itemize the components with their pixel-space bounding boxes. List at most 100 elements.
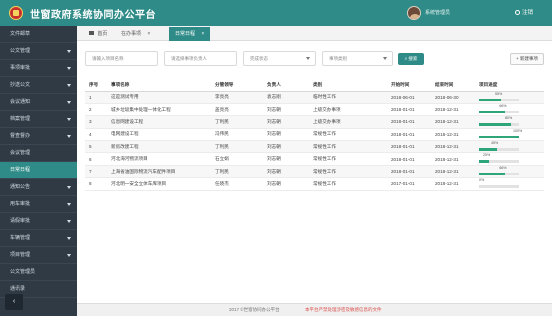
progress-fill — [479, 98, 501, 101]
category-select[interactable]: 事项类别 — [322, 51, 393, 66]
progress-label: 66% — [499, 103, 507, 108]
project-name-input[interactable]: 请输入项目名称 — [85, 51, 158, 66]
cell-progress: 66% — [475, 165, 544, 179]
progress-fill — [479, 148, 497, 151]
power-icon — [515, 9, 520, 15]
emblem-logo — [9, 6, 23, 20]
search-button[interactable]: ⌕ 搜索 — [398, 53, 424, 65]
sidebar: 文件邮草公文管理事项审批抄送公文 会议通知档案管理督查督办会议管理日常日程 通知公告… — [0, 26, 77, 316]
cell-category: 常规性工作 — [309, 152, 387, 166]
owner-input[interactable]: 请选择事项负责人 — [164, 51, 237, 66]
table-row[interactable]: 6 河北海河物流项目 石立娟 刘志朝 常规性工作 2018-01-01 2018-12-31… — [85, 152, 544, 166]
table-header-row: 序号 事项名称 分管领导 负责人 类别 开始时间 结束时间 项目进度 — [85, 79, 544, 92]
table-row[interactable]: 1 这是测试专用 李亮亮 袁志刚 临时性工作 2018-06-01 2018-06-30 55… — [85, 91, 544, 104]
tab-daily-schedule[interactable]: 日常日程 × — [169, 27, 211, 41]
table-row[interactable]: 3 信息网建设工程 丁利民 刘志朝 上级交办事项 2018-01-01 2018-12-31… — [85, 115, 544, 129]
cell-name: 城乡垃圾集中处理一体化工程 — [107, 103, 211, 117]
cell-name: 信息网建设工程 — [107, 115, 211, 129]
cell-no: 3 — [85, 115, 107, 129]
cell-end: 2018-12-31 — [431, 115, 475, 129]
sidebar-collapse-button[interactable]: ‹ — [5, 294, 23, 310]
cell-category: 上级交办事项 — [309, 115, 387, 129]
cell-start: 2018-01-01 — [387, 103, 431, 117]
cell-owner: 刘志朝 — [263, 177, 309, 191]
progress-label: 80% — [505, 116, 513, 121]
sidebar-item-label: 用车审批 — [10, 201, 31, 207]
progress-label: 0% — [479, 178, 485, 183]
cell-start: 2017-01-01 — [387, 177, 431, 191]
column-header: 类别 — [309, 79, 387, 92]
sidebar-item-label: 档案管理 — [10, 116, 31, 122]
cell-leader: 盖亮亮 — [211, 103, 263, 117]
sidebar-item[interactable]: 项目管理 — [0, 247, 77, 264]
cell-owner: 刘志朝 — [263, 103, 309, 117]
tab-pending-items[interactable]: 在办事项 × — [115, 27, 156, 41]
close-icon[interactable]: × — [201, 31, 204, 37]
cell-start: 2018-01-01 — [387, 140, 431, 154]
cell-start: 2018-01-01 — [387, 165, 431, 179]
status-select[interactable]: 完成状态 — [243, 51, 316, 66]
user-name[interactable]: 系统管理员 — [425, 9, 450, 16]
sidebar-item[interactable]: 日常日程 — [0, 162, 77, 179]
cell-owner: 刘志朝 — [263, 165, 309, 179]
sidebar-item[interactable]: 通知公告 — [0, 179, 77, 196]
cell-no: 5 — [85, 140, 107, 154]
column-header: 序号 — [85, 79, 107, 92]
table-row[interactable]: 8 河北明一安全立体车库项目 任晓杰 刘志朝 常规性工作 2017-01-01 2018-1… — [85, 177, 544, 191]
cell-name: 电网建设工程 — [107, 128, 211, 142]
column-header: 负责人 — [263, 79, 309, 92]
project-table: 序号 事项名称 分管领导 负责人 类别 开始时间 结束时间 项目进度 1 这是测试专用 李亮亮 袁志… — [85, 79, 544, 191]
chevron-down-icon — [306, 57, 310, 60]
sidebar-item[interactable]: 抄送公文 — [0, 77, 77, 94]
table-row[interactable]: 2 城乡垃圾集中处理一体化工程 盖亮亮 刘志朝 上级交办事项 2018-01-01 2018… — [85, 103, 544, 117]
home-icon — [89, 31, 94, 35]
sidebar-item[interactable]: 请假审批 — [0, 213, 77, 230]
progress-bar — [479, 135, 519, 139]
sidebar-item-label: 事项审批 — [10, 65, 31, 71]
sidebar-item-label: 会议管理 — [10, 150, 31, 156]
sidebar-item[interactable]: 公文管理员 — [0, 264, 77, 281]
cell-category: 常规性工作 — [309, 165, 387, 179]
cell-category: 临时性工作 — [309, 91, 387, 104]
sidebar-item[interactable]: 会议管理 — [0, 145, 77, 162]
progress-fill — [479, 123, 511, 126]
cell-name: 这是测试专用 — [107, 91, 211, 104]
cell-end: 2018-12-31 — [431, 152, 475, 166]
sidebar-item[interactable]: 文件邮草 — [0, 26, 77, 43]
cell-progress: 45% — [475, 140, 544, 154]
sidebar-item[interactable]: 公文管理 — [0, 43, 77, 60]
cell-progress: 66% — [475, 103, 544, 117]
cell-name: 上海省油国际物流汽车配件项目 — [107, 165, 211, 179]
progress-bar — [479, 98, 519, 101]
column-header: 分管领导 — [211, 79, 263, 92]
sidebar-item[interactable]: 会议通知 — [0, 94, 77, 111]
table-row[interactable]: 4 电网建设工程 冯伟民 刘志朝 常规性工作 2018-01-01 2018-12-31 10… — [85, 128, 544, 142]
chevron-down-icon — [67, 220, 71, 223]
main-content: 请输入项目名称 请选择事项负责人 完成状态 事项类别 ⌕ 搜索 + 新建事项 序… — [77, 41, 552, 303]
cell-leader: 丁利民 — [211, 140, 263, 154]
close-icon[interactable]: × — [147, 31, 150, 37]
chevron-down-icon — [383, 57, 387, 60]
logout-button[interactable]: 注销 — [515, 8, 533, 16]
sidebar-item[interactable]: 督查督办 — [0, 128, 77, 145]
sidebar-item[interactable]: 档案管理 — [0, 111, 77, 128]
cell-start: 2018-06-01 — [387, 91, 431, 104]
table-row[interactable]: 5 新房改建工程 丁利民 刘志朝 常规性工作 2018-01-01 2018-12-31 45… — [85, 140, 544, 154]
add-item-button[interactable]: + 新建事项 — [510, 53, 544, 65]
sidebar-item-label: 公文管理 — [10, 48, 31, 54]
cell-leader: 冯伟民 — [211, 128, 263, 142]
tab-home[interactable]: 首页 — [83, 27, 113, 41]
progress-bar — [479, 185, 519, 188]
sidebar-item[interactable]: 车辆管理 — [0, 230, 77, 247]
cell-end: 2018-12-31 — [431, 140, 475, 154]
sidebar-item[interactable]: 事项审批 — [0, 60, 77, 77]
table-row[interactable]: 7 上海省油国际物流汽车配件项目 丁利民 刘志朝 常规性工作 2018-01-01 2018… — [85, 165, 544, 179]
cell-no: 2 — [85, 103, 107, 117]
top-header: 世窗政府系统协同办公平台 系统管理员 注销 — [0, 0, 552, 26]
progress-fill — [479, 135, 519, 139]
sidebar-item[interactable]: 用车审批 — [0, 196, 77, 213]
progress-fill — [479, 110, 506, 114]
user-avatar[interactable] — [407, 6, 421, 20]
cell-progress: 25% — [475, 152, 544, 166]
footer-notice: 本平台严禁处理涉密及敏感信息的文件 — [305, 307, 382, 312]
